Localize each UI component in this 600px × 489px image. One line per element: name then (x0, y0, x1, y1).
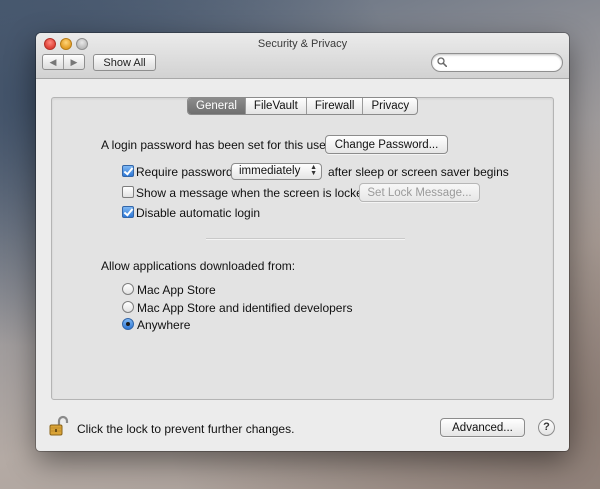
require-password-delay-select[interactable]: immediately ▲ ▼ (231, 163, 322, 180)
back-forward-control: ◀ ▶ (42, 54, 85, 70)
radio-identified-developers[interactable] (122, 301, 134, 313)
show-all-button[interactable]: Show All (93, 54, 156, 71)
require-password-checkbox[interactable] (122, 165, 134, 177)
tab-bar: General FileVault Firewall Privacy (187, 97, 419, 115)
downloads-heading: Allow applications downloaded from: (101, 259, 296, 273)
open-padlock-icon[interactable] (48, 415, 70, 437)
forward-button[interactable]: ▶ (63, 55, 84, 69)
disable-auto-login-checkbox[interactable] (122, 206, 134, 218)
magnifier-icon (437, 57, 447, 67)
radio-mac-app-store-label: Mac App Store (137, 283, 216, 297)
section-divider (206, 238, 405, 240)
radio-anywhere[interactable] (122, 318, 134, 330)
radio-anywhere-label: Anywhere (137, 318, 191, 332)
lock-hint-text: Click the lock to prevent further change… (77, 422, 295, 436)
radio-identified-developers-label: Mac App Store and identified developers (137, 301, 353, 315)
set-lock-message-button[interactable]: Set Lock Message... (359, 183, 480, 202)
popup-arrows-icon: ▲ ▼ (310, 164, 317, 177)
require-password-label: Require password (136, 165, 233, 179)
tab-general[interactable]: General (188, 98, 245, 114)
window-title: Security & Privacy (257, 38, 348, 50)
advanced-button[interactable]: Advanced... (440, 418, 525, 437)
back-button[interactable]: ◀ (43, 55, 63, 69)
radio-mac-app-store[interactable] (122, 283, 134, 295)
search-input[interactable] (431, 53, 563, 72)
disable-auto-login-label: Disable automatic login (136, 206, 261, 220)
require-password-delay-value: immediately (239, 165, 301, 177)
change-password-button[interactable]: Change Password... (325, 135, 448, 154)
password-set-text: A login password has been set for this u… (101, 138, 330, 152)
preferences-window: Security & Privacy ◀ ▶ Show All General … (36, 33, 569, 451)
show-message-checkbox[interactable] (122, 186, 134, 198)
tab-firewall[interactable]: Firewall (305, 98, 363, 114)
tab-privacy[interactable]: Privacy (362, 98, 417, 114)
help-button[interactable]: ? (538, 419, 555, 436)
show-message-label: Show a message when the screen is locked (136, 186, 370, 200)
title-bar: Security & Privacy ◀ ▶ Show All (36, 33, 569, 79)
require-password-suffix: after sleep or screen saver begins (328, 165, 509, 179)
tab-filevault[interactable]: FileVault (244, 98, 306, 114)
